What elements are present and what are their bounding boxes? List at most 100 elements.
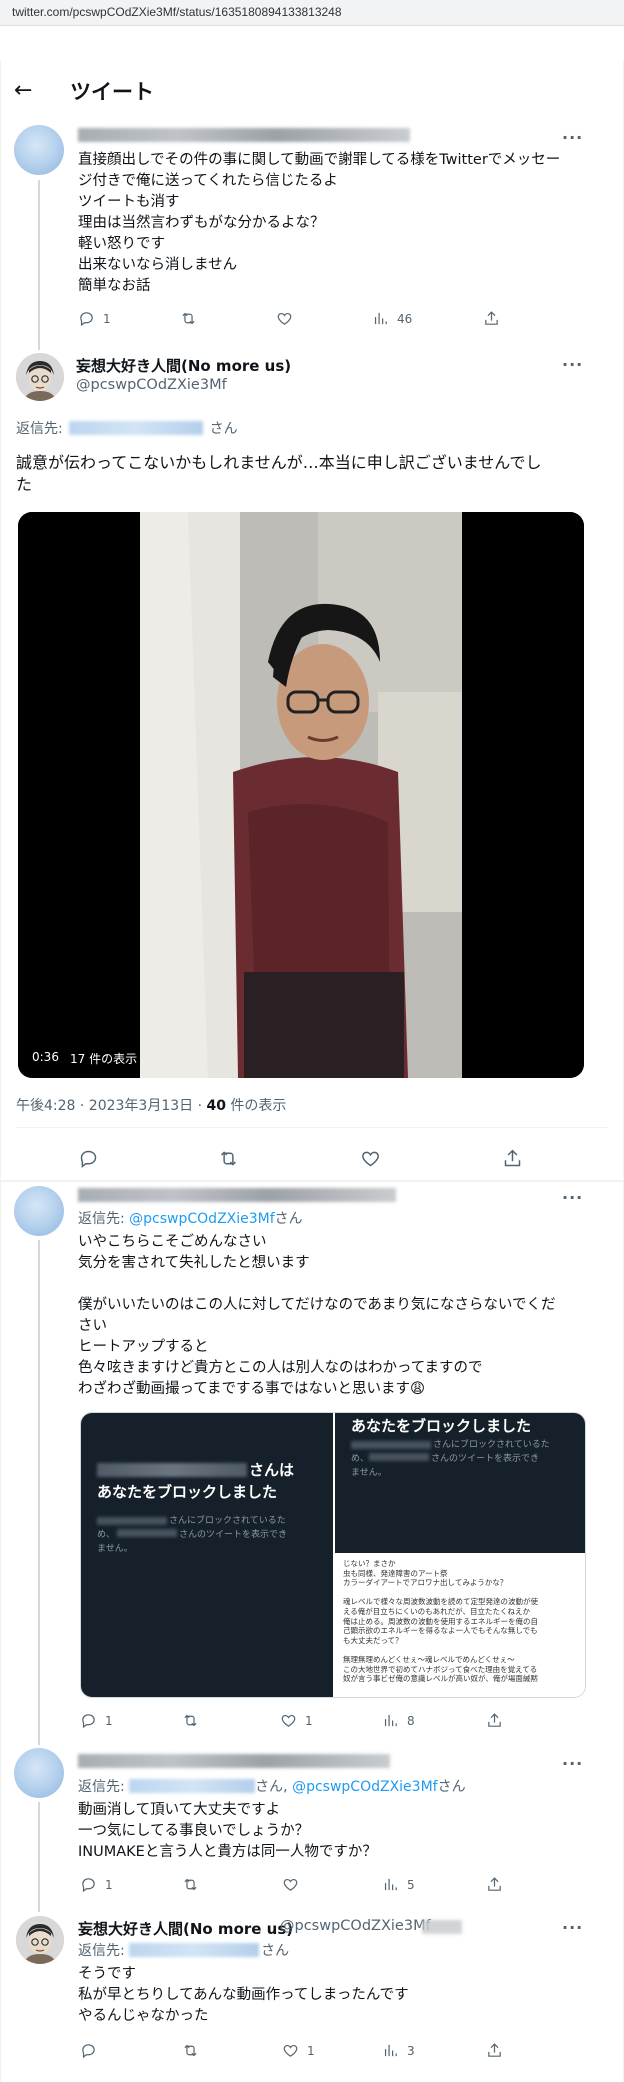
- tweet-line: そうです: [78, 1966, 136, 1982]
- avatar[interactable]: [16, 1916, 64, 1964]
- reply-button[interactable]: 1: [78, 310, 111, 327]
- reply-icon: [82, 1714, 95, 1729]
- views-count: 8: [407, 1713, 415, 1728]
- more-dots-icon[interactable]: ···: [562, 355, 583, 374]
- tweet-meta: 午後4:28 · 2023年3月13日 · 40 件の表示: [16, 1095, 286, 1115]
- share-icon: [485, 311, 498, 325]
- url-text: twitter.com/pcswpCOdZXie3Mf/status/16351…: [12, 5, 342, 19]
- user-handle[interactable]: @pcswpCOdZXie3Mf: [280, 1918, 431, 1934]
- retweet-button[interactable]: [182, 2042, 199, 2059]
- reply-to-line: 返信先: さん: [78, 1940, 289, 1960]
- browser-url-bar[interactable]: twitter.com/pcswpCOdZXie3Mf/status/16351…: [0, 0, 624, 26]
- thread-line: [38, 1802, 40, 1912]
- retweet-button[interactable]: [218, 1148, 239, 1169]
- retweet-icon: [182, 312, 195, 325]
- views-count: 3: [407, 2043, 415, 2058]
- more-dots-icon[interactable]: ···: [562, 1918, 583, 1937]
- tweet-line: 色々呟きますけど貴方とこの人は別人なのはわかってますので: [78, 1360, 483, 1376]
- video-duration: 0:36: [32, 1050, 59, 1064]
- avatar-blurred[interactable]: [14, 125, 64, 175]
- reply-button[interactable]: 1: [80, 1876, 113, 1893]
- like-button[interactable]: [282, 1876, 299, 1893]
- retweet-button[interactable]: [182, 1876, 199, 1893]
- attached-image-top-right[interactable]: あなたをブロックしました さんにブロックされているた め、 さんのツイートを表示…: [335, 1413, 585, 1553]
- retweet-icon: [184, 1878, 197, 1891]
- reply-target-blurred[interactable]: [129, 1779, 256, 1793]
- display-name[interactable]: 妄想大好き人間(No more us): [76, 355, 291, 376]
- name-blurred: [117, 1529, 177, 1537]
- tweet-line: 軽い怒りです: [78, 236, 165, 252]
- views-count: 46: [397, 311, 413, 326]
- reply-button[interactable]: [78, 1148, 99, 1169]
- divider: [16, 1127, 608, 1128]
- tweet-line: 直接顔出しでその件の事に関して動画で謝罪してる様をTwitterでメッセー: [78, 152, 561, 168]
- share-button[interactable]: [502, 1148, 523, 1169]
- back-arrow-icon[interactable]: ←: [14, 78, 32, 103]
- video-views: 17 件の表示: [70, 1052, 138, 1066]
- block-small: め、: [97, 1530, 116, 1540]
- block-small: さんにブロックされているた: [169, 1516, 286, 1526]
- user-handle[interactable]: @pcswpCOdZXie3Mf: [76, 377, 227, 393]
- attached-images[interactable]: さんは あなたをブロックしました さんにブロックされているた め、 さんのツイー…: [80, 1412, 586, 1698]
- thread-line: [38, 180, 40, 350]
- tweet-line: 動画消して頂いて大丈夫ですよ: [78, 1802, 281, 1818]
- screenshot-line: 虫も同様、発達障害のアート祭: [343, 1568, 448, 1578]
- reply-mid: さん,: [255, 1779, 293, 1795]
- share-button[interactable]: [483, 310, 500, 327]
- video-player[interactable]: 0:36 17 件の表示: [18, 512, 584, 1078]
- username-blurred[interactable]: [78, 128, 410, 142]
- share-button[interactable]: [486, 2042, 503, 2059]
- views-chart-icon: [384, 1878, 397, 1891]
- attached-image-left[interactable]: さんは あなたをブロックしました さんにブロックされているた め、 さんのツイー…: [81, 1413, 333, 1697]
- timestamp[interactable]: 午後4:28 · 2023年3月13日 ·: [16, 1098, 207, 1114]
- username-blurred[interactable]: [78, 1188, 396, 1202]
- reply-icon: [80, 312, 93, 327]
- username-blurred[interactable]: [78, 1754, 390, 1768]
- views-button[interactable]: 5: [382, 1876, 415, 1893]
- tweet-line: ヒートアップすると: [78, 1339, 209, 1355]
- avatar-blurred[interactable]: [14, 1748, 64, 1798]
- reply-suffix: さん: [261, 1943, 290, 1959]
- tweet-line: わざわざ動画撮ってまでする事ではないと思います😩: [78, 1381, 426, 1397]
- avatar-blurred[interactable]: [14, 1186, 64, 1236]
- views-button[interactable]: 46: [372, 310, 412, 327]
- reply-button[interactable]: [80, 2042, 97, 2059]
- screenshot-line: える俺が目立ちにくいのもあれだが、目立たたくねえか: [343, 1606, 530, 1616]
- share-button[interactable]: [486, 1712, 503, 1729]
- reply-mention[interactable]: @pcswpCOdZXie3Mf: [129, 1211, 275, 1227]
- block-title: さんは: [249, 1461, 295, 1479]
- like-button[interactable]: [360, 1148, 381, 1169]
- reply-prefix: 返信先:: [78, 1211, 130, 1227]
- share-icon: [488, 1877, 501, 1891]
- reply-button[interactable]: 1: [80, 1712, 113, 1729]
- more-dots-icon[interactable]: ···: [562, 1188, 583, 1207]
- more-dots-icon[interactable]: ···: [562, 128, 583, 147]
- reply-target-blurred[interactable]: [129, 1943, 260, 1957]
- like-button[interactable]: [276, 310, 293, 327]
- attached-image-bottom-right[interactable]: じない？まさか 虫も同様、発達障害のアート祭 カラーダイアートでアロワナ出してみ…: [335, 1555, 585, 1697]
- tweet-line: さい: [78, 1318, 107, 1334]
- tweet-line: やるんじゃなかった: [78, 2008, 209, 2024]
- share-button[interactable]: [486, 1876, 503, 1893]
- tweet-line: 簡単なお話: [78, 278, 151, 294]
- views-button[interactable]: 8: [382, 1712, 415, 1729]
- tweet-line: 理由は当然言わずもがな分かるよな？: [78, 215, 325, 231]
- retweet-button[interactable]: [180, 310, 197, 327]
- reply-target-blurred[interactable]: [69, 421, 204, 435]
- reply-to-line: 返信先: さん: [16, 418, 238, 438]
- retweet-button[interactable]: [182, 1712, 199, 1729]
- view-count: 40: [206, 1098, 226, 1114]
- page-title: ツイート: [70, 80, 154, 104]
- page-header: ← ツイート: [0, 60, 624, 120]
- tweet-text-line: 誠意が伝わってこないかもしれませんが…本当に申し訳ございませんでし: [16, 453, 542, 472]
- avatar[interactable]: [16, 353, 64, 401]
- name-blurred: [97, 1517, 167, 1525]
- display-name[interactable]: 妄想大好き人間(No more us): [78, 1918, 293, 1939]
- more-dots-icon[interactable]: ···: [562, 1754, 583, 1773]
- views-chart-icon: [374, 312, 387, 325]
- reply-mention[interactable]: @pcswpCOdZXie3Mf: [292, 1779, 438, 1795]
- like-button[interactable]: 1: [280, 1712, 313, 1729]
- like-button[interactable]: 1: [282, 2042, 315, 2059]
- views-button[interactable]: 3: [382, 2042, 415, 2059]
- like-count: 1: [305, 1713, 313, 1728]
